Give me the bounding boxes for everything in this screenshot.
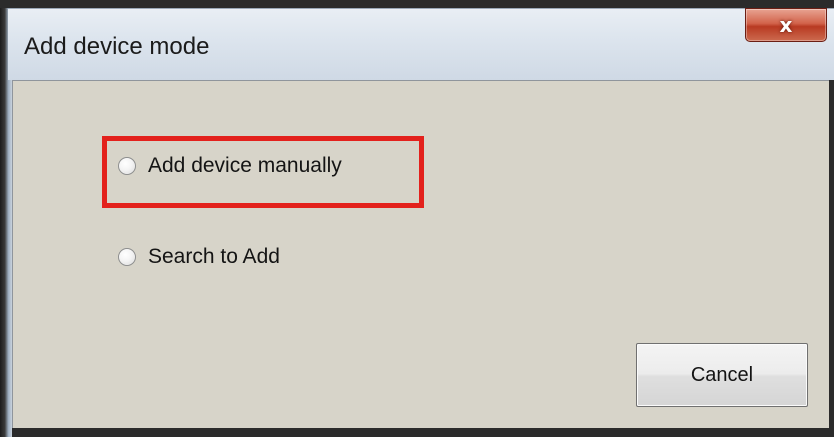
close-icon: x <box>779 13 793 37</box>
title-bar[interactable]: Add device mode <box>8 8 834 80</box>
close-button[interactable]: x <box>745 8 827 42</box>
radio-option-search-to-add[interactable]: Search to Add <box>118 245 280 269</box>
window-bottom-frame <box>12 428 834 437</box>
radio-label-add-device-manually: Add device manually <box>148 154 342 177</box>
radio-button-add-device-manually[interactable] <box>118 157 136 175</box>
window-title: Add device mode <box>24 33 210 60</box>
radio-option-add-device-manually[interactable]: Add device manually <box>118 154 342 178</box>
radio-label-search-to-add: Search to Add <box>148 245 280 268</box>
cancel-button[interactable]: Cancel <box>636 343 808 407</box>
dialog-window: Add device mode x Add device manually Se… <box>0 0 834 437</box>
window-right-frame <box>829 80 834 437</box>
radio-button-search-to-add[interactable] <box>118 248 136 266</box>
